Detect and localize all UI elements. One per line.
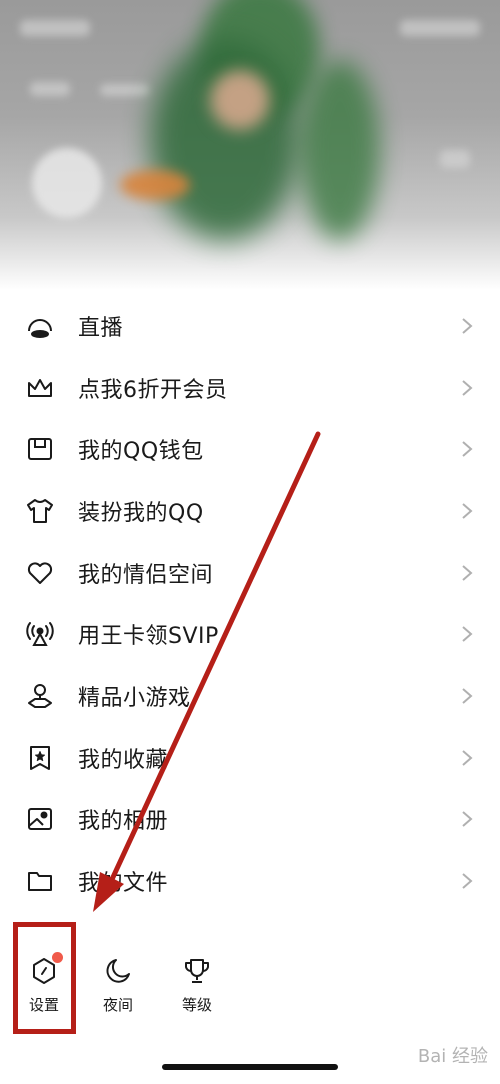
header-top-right-text [400,20,480,36]
avatar[interactable] [32,148,102,218]
live-icon [24,310,56,342]
chevron-right-icon [462,873,473,889]
menu-item-label: 用王卡领SVIP [78,624,219,650]
drawer-menu: 直播 点我6折开会员 我的QQ钱包 装扮我的QQ 我的情侣空间 用王卡领SVIP… [0,295,500,912]
chevron-right-icon [462,626,473,643]
chevron-right-icon [462,811,473,828]
menu-item-label: 装扮我的QQ [78,500,204,526]
menu-item-label: 我的情侣空间 [78,562,214,588]
menu-item-couple-space[interactable]: 我的情侣空间 [0,542,500,604]
header-text-blur [100,84,150,96]
background-figure [120,170,190,200]
home-indicator[interactable] [162,1064,338,1070]
menu-item-label: 精品小游戏 [78,685,191,711]
crown-icon [24,372,56,404]
menu-item-favorites[interactable]: 我的收藏 [0,727,500,789]
header-right-icon [440,150,470,168]
trophy-icon [185,959,209,983]
watermark: Bai 经验 [417,1046,488,1067]
menu-item-label: 直播 [78,315,124,341]
menu-item-label: 点我6折开会员 [78,377,228,403]
background-figure [300,60,380,240]
bookmark-star-icon [24,742,56,774]
header-text-blur [30,82,70,96]
background-figure [150,40,300,240]
menu-item-label: 我的相册 [78,809,169,835]
moon-icon [106,959,130,983]
menu-item-label: 我的QQ钱包 [78,439,204,465]
level-button[interactable]: 等级 [167,956,227,1015]
chevron-right-icon [462,503,473,519]
signal-tower-icon [24,618,56,650]
folder-icon [24,865,56,897]
heart-icon [24,557,56,589]
night-mode-button[interactable]: 夜间 [88,956,148,1015]
menu-item-live[interactable]: 直播 [0,295,500,357]
menu-item-minigames[interactable]: 精品小游戏 [0,665,500,727]
chevron-right-icon [462,564,473,581]
menu-item-files[interactable]: 我的文件 [0,850,500,912]
menu-item-kingcard-svip[interactable]: 用王卡领SVIP [0,603,500,665]
profile-header-blurred [0,0,500,290]
menu-item-dressup[interactable]: 装扮我的QQ [0,480,500,542]
night-mode-label: 夜间 [102,996,133,1014]
header-top-left-text [20,20,90,36]
chevron-right-icon [462,688,473,704]
annotation-highlight-box [13,922,76,1034]
background-figure [210,70,270,130]
menu-item-album[interactable]: 我的相册 [0,789,500,851]
chevron-right-icon [462,318,473,334]
menu-item-label: 我的收藏 [78,747,169,773]
menu-item-wallet[interactable]: 我的QQ钱包 [0,418,500,480]
chevron-right-icon [462,379,473,396]
photo-icon [24,803,56,835]
wallet-icon [24,433,56,465]
game-icon [24,680,56,712]
menu-item-label: 我的文件 [78,871,169,897]
menu-item-vip[interactable]: 点我6折开会员 [0,357,500,419]
chevron-right-icon [462,441,473,457]
level-label: 等级 [181,996,212,1014]
chevron-right-icon [462,749,473,766]
tshirt-icon [24,495,56,527]
